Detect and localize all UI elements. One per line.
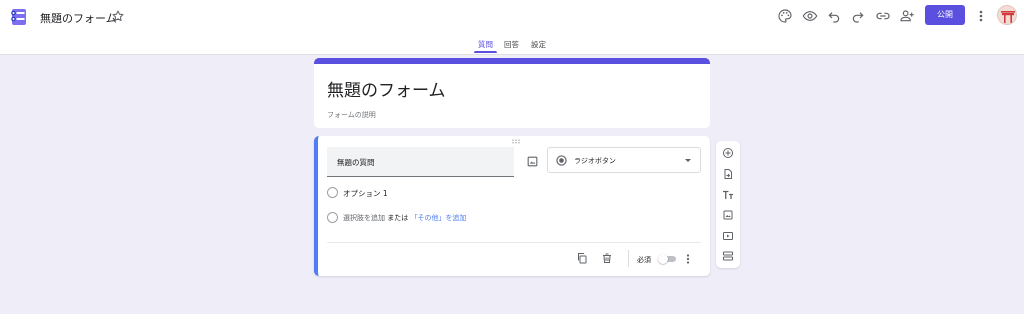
option-label[interactable]: オプション 1 [343,188,388,199]
eye-icon[interactable] [802,8,818,24]
add-option-row: 選択肢を追加 または 「その他」を追加 [343,213,466,223]
add-option-link[interactable]: 選択肢を追加 [343,214,385,222]
question-more-icon[interactable] [685,253,691,265]
radio-button-icon [556,155,567,166]
document-title[interactable]: 無題のフォーム [40,10,117,26]
add-circle-icon[interactable] [722,147,734,159]
publish-button[interactable]: 公開 [925,5,965,25]
duplicate-icon[interactable] [576,252,588,264]
question-card: 無題の質問 ラジオボタン オプション 1 選択肢を追加 または 「その他」を追加… [314,136,710,276]
tab-bar: 質問 回答 設定 [0,37,1024,55]
active-tab-indicator [474,51,497,53]
forms-logo-icon[interactable] [9,7,29,27]
trash-icon[interactable] [601,252,613,264]
section-icon[interactable] [722,250,734,262]
form-description-field[interactable]: フォームの説明 [327,110,376,120]
top-bar: 無題のフォーム 公開 質問 回答 設定 [0,0,1024,55]
question-type-select[interactable]: ラジオボタン [547,147,701,173]
video-icon[interactable] [722,230,734,242]
image-icon[interactable] [722,209,734,221]
divider [327,242,701,243]
option-radio [327,187,338,198]
vertical-divider [628,250,629,267]
required-toggle[interactable] [658,254,677,264]
question-type-label: ラジオボタン [574,157,616,165]
drag-handle-icon[interactable] [511,139,521,144]
link-icon[interactable] [875,8,891,24]
import-questions-icon[interactable] [722,168,734,180]
question-title-input[interactable]: 無題の質問 [327,147,514,177]
more-options-icon[interactable] [976,8,986,24]
add-other-link[interactable]: 「その他」を追加 [410,214,466,222]
or-text: または [387,214,409,222]
chevron-down-icon [685,159,691,162]
tab-settings[interactable]: 設定 [531,39,546,50]
question-title: 無題の質問 [337,158,375,167]
tab-questions[interactable]: 質問 [478,39,493,50]
star-icon[interactable] [111,9,125,23]
side-toolbar [716,141,740,268]
person-add-icon[interactable] [899,8,915,24]
add-option-radio [327,212,338,223]
form-title-card: 無題のフォーム フォームの説明 [314,58,710,128]
add-image-icon[interactable] [526,155,539,168]
avatar[interactable] [997,5,1017,25]
required-label: 必須 [637,256,651,264]
redo-icon[interactable] [850,8,866,24]
tab-responses[interactable]: 回答 [504,39,519,50]
undo-icon[interactable] [826,8,842,24]
palette-icon[interactable] [777,8,793,24]
title-text-icon[interactable] [722,189,734,201]
form-title[interactable]: 無題のフォーム [327,76,446,101]
